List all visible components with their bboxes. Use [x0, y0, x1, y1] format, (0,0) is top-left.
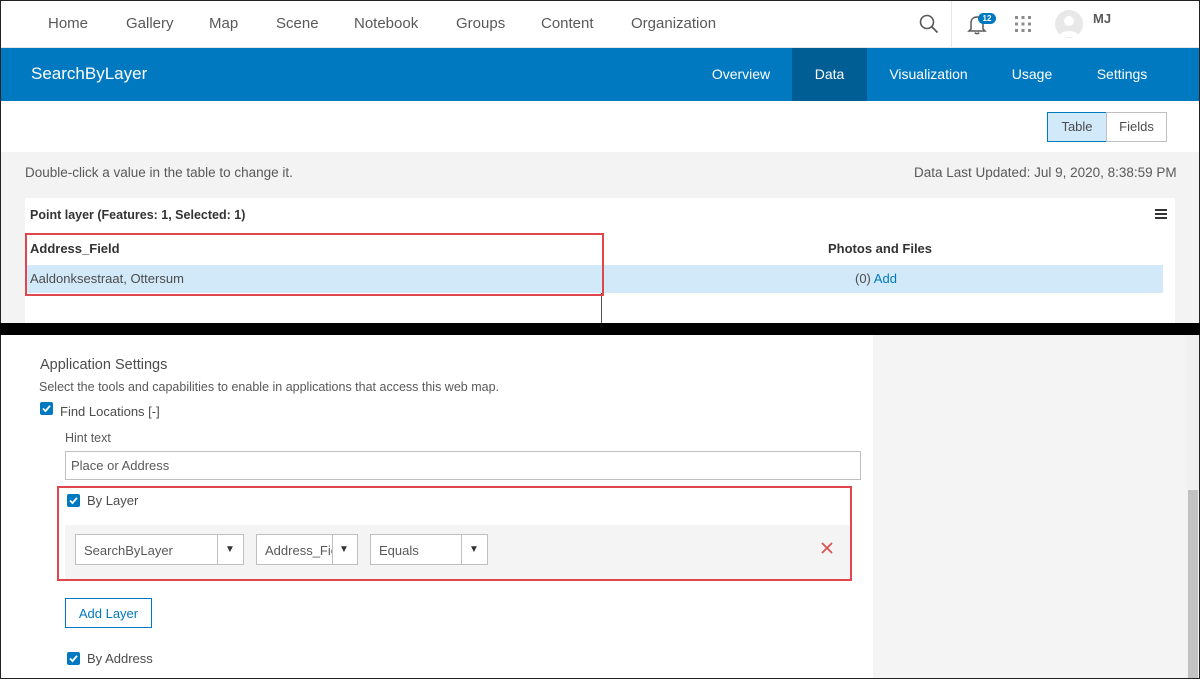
- tab-settings[interactable]: Settings: [1086, 48, 1158, 101]
- apps-grid-icon[interactable]: [1014, 15, 1032, 33]
- section-description: Select the tools and capabilities to ena…: [39, 380, 499, 394]
- tab-data[interactable]: Data: [792, 48, 867, 101]
- application-settings-panel: Application Settings Select the tools an…: [0, 335, 1200, 679]
- photo-count: (0): [855, 271, 871, 286]
- nav-gallery[interactable]: Gallery: [126, 15, 174, 32]
- user-initials[interactable]: MJ: [1093, 11, 1111, 26]
- nav-home[interactable]: Home: [48, 15, 88, 32]
- checkbox-checked-icon: [69, 655, 78, 663]
- photos-cell: (0) Add: [855, 271, 897, 286]
- table-view-button[interactable]: Table: [1047, 112, 1107, 142]
- edit-hint: Double-click a value in the table to cha…: [25, 165, 293, 180]
- tab-visualization[interactable]: Visualization: [881, 48, 976, 101]
- column-divider: [601, 293, 602, 323]
- side-panel-background: [873, 335, 1199, 678]
- global-navigation: Home Gallery Map Scene Notebook Groups C…: [1, 1, 1199, 48]
- annotation-highlight-by-layer: [57, 486, 852, 581]
- hint-text-input[interactable]: [65, 451, 861, 480]
- by-address-checkbox[interactable]: [67, 652, 80, 665]
- nav-content[interactable]: Content: [541, 15, 594, 32]
- add-layer-button[interactable]: Add Layer: [65, 598, 152, 628]
- checkbox-checked-icon: [42, 405, 51, 413]
- nav-map[interactable]: Map: [209, 15, 238, 32]
- scrollbar-thumb[interactable]: [1188, 490, 1198, 678]
- nav-scene[interactable]: Scene: [276, 15, 319, 32]
- tab-overview[interactable]: Overview: [701, 48, 781, 101]
- tab-usage[interactable]: Usage: [1001, 48, 1063, 101]
- item-page-data-view: Home Gallery Map Scene Notebook Groups C…: [0, 0, 1200, 323]
- find-locations-checkbox[interactable]: [40, 402, 53, 415]
- fields-view-button[interactable]: Fields: [1106, 112, 1167, 142]
- nav-notebook[interactable]: Notebook: [354, 15, 418, 32]
- nav-organization[interactable]: Organization: [631, 15, 716, 32]
- add-attachment-link[interactable]: Add: [874, 271, 897, 286]
- avatar-icon[interactable]: [1055, 10, 1083, 38]
- by-address-label[interactable]: By Address: [87, 651, 153, 666]
- section-title: Application Settings: [40, 357, 168, 373]
- hint-text-label: Hint text: [65, 431, 111, 445]
- notification-badge: 12: [978, 13, 996, 24]
- column-header-photos[interactable]: Photos and Files: [828, 241, 932, 256]
- item-title: SearchByLayer: [31, 64, 148, 83]
- item-header-bar: SearchByLayer Overview Data Visualizatio…: [1, 48, 1199, 101]
- last-updated-label: Data Last Updated: Jul 9, 2020, 8:38:59 …: [914, 165, 1177, 180]
- layer-header: Point layer (Features: 1, Selected: 1): [30, 208, 246, 222]
- annotation-highlight-address: [25, 233, 604, 296]
- nav-groups[interactable]: Groups: [456, 15, 505, 32]
- screenshot-separator: [0, 323, 1200, 335]
- nav-divider: [951, 1, 952, 48]
- search-icon[interactable]: [918, 13, 940, 35]
- find-locations-label[interactable]: Find Locations [-]: [60, 404, 160, 419]
- hamburger-menu-icon[interactable]: [1155, 208, 1167, 220]
